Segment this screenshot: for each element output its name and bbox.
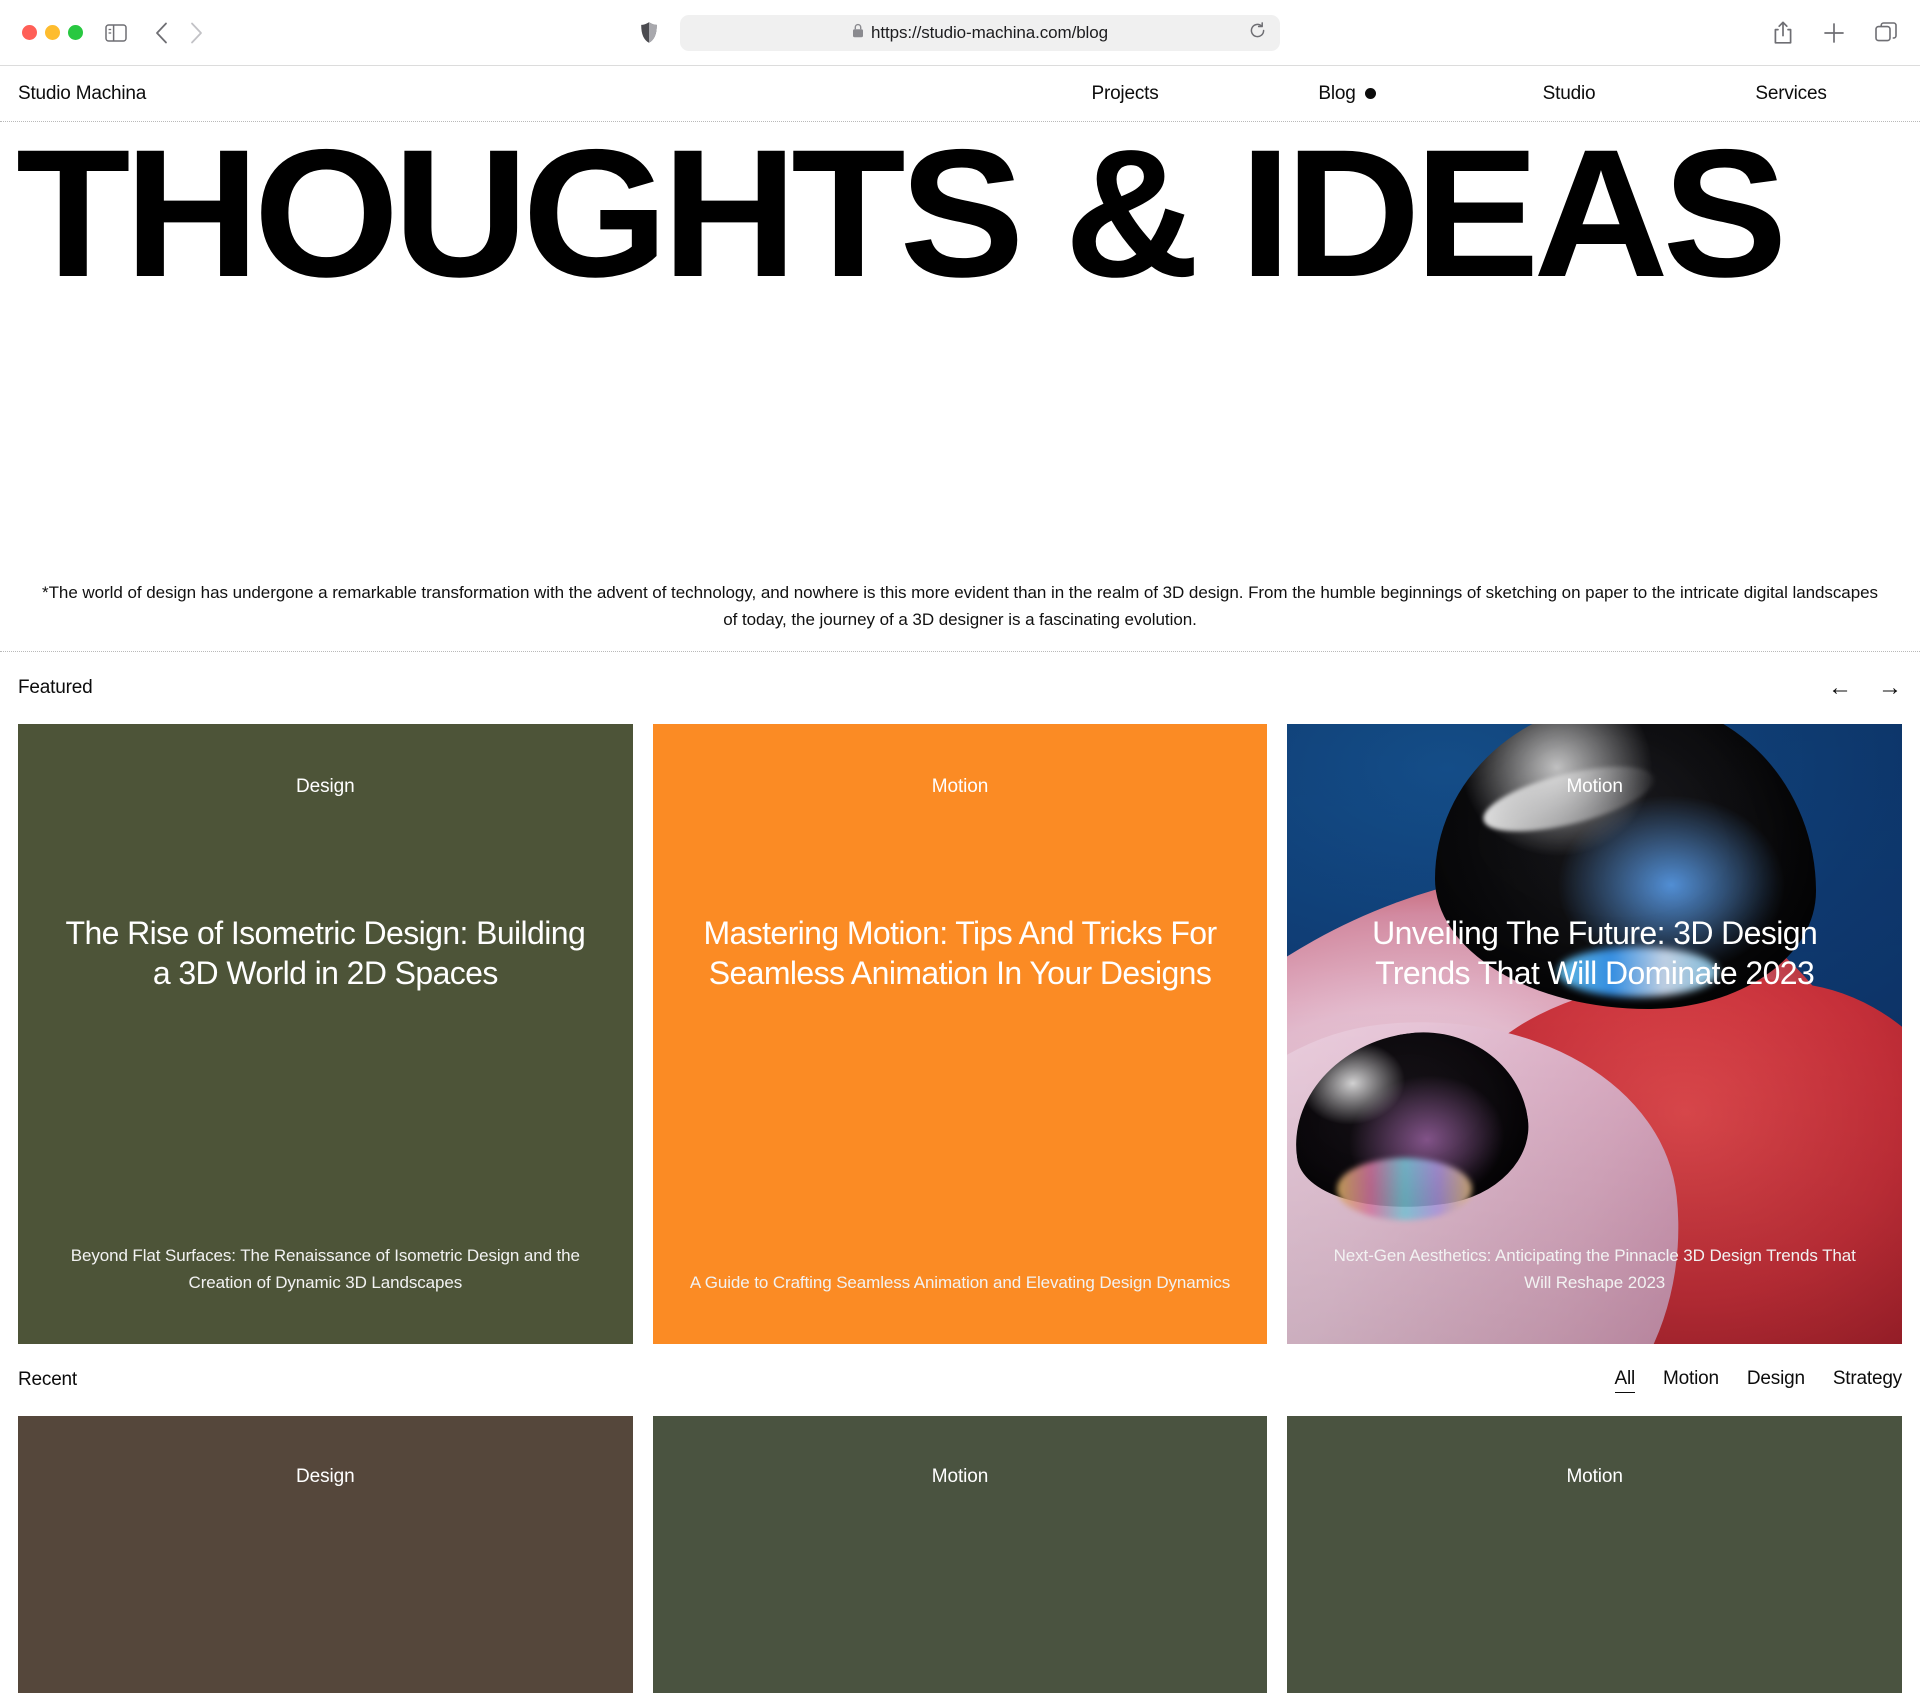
address-bar-content: https://studio-machina.com/blog	[852, 23, 1108, 43]
nav-links: Projects Blog Studio Services	[1014, 83, 1902, 105]
nav-item-services[interactable]: Services	[1680, 83, 1902, 105]
minimize-window-button[interactable]	[45, 25, 60, 40]
site-logo[interactable]: Studio Machina	[18, 83, 146, 105]
page-title: THOUGHTS & IDEAS	[16, 122, 1788, 315]
chevron-right-icon[interactable]	[190, 22, 203, 44]
nav-item-label: Projects	[1091, 82, 1159, 104]
carousel-next-arrow-icon[interactable]: →	[1878, 676, 1902, 700]
share-icon[interactable]	[1773, 21, 1793, 45]
card-description: A Guide to Crafting Seamless Animation a…	[689, 1272, 1231, 1292]
card-category: Motion	[931, 1466, 989, 1487]
filter-motion[interactable]: Motion	[1663, 1368, 1719, 1392]
card-category: Motion	[1566, 776, 1623, 797]
nav-item-label: Blog	[1318, 82, 1356, 104]
chevron-left-icon[interactable]	[155, 22, 168, 44]
category-filters: All Motion Design Strategy	[1614, 1368, 1902, 1393]
card-title: The Rise of Isometric Design: Building a…	[65, 915, 586, 991]
tab-overview-icon[interactable]	[1875, 21, 1898, 44]
nav-item-blog[interactable]: Blog	[1236, 83, 1458, 105]
card-category: Motion	[931, 776, 989, 797]
featured-card[interactable]: Motion Unveiling The Future: 3D Design T…	[1287, 724, 1902, 1344]
featured-title: Featured	[18, 677, 93, 698]
recent-card[interactable]: Motion	[652, 1416, 1268, 1693]
carousel-prev-arrow-icon[interactable]: ←	[1828, 676, 1852, 700]
lock-icon	[852, 23, 864, 43]
featured-card[interactable]: Design The Rise of Isometric Design: Bui…	[18, 724, 633, 1344]
card-title: Unveiling The Future: 3D Design Trends T…	[1372, 915, 1818, 991]
featured-card[interactable]: Motion Mastering Motion: Tips And Tricks…	[652, 724, 1268, 1344]
site-navigation: Studio Machina Projects Blog Studio Serv…	[0, 66, 1920, 122]
nav-item-projects[interactable]: Projects	[1014, 83, 1236, 105]
filter-all[interactable]: All	[1614, 1368, 1635, 1393]
window-traffic-lights	[22, 25, 83, 40]
browser-toolbar: https://studio-machina.com/blog	[0, 0, 1920, 66]
card-description: Next-Gen Aesthetics: Anticipating the Pi…	[1333, 1245, 1856, 1292]
address-bar-region: https://studio-machina.com/blog	[0, 14, 1920, 51]
recent-title: Recent	[18, 1369, 78, 1390]
recent-section: Recent All Motion Design Strategy Design…	[0, 1344, 1920, 1693]
card-title: Mastering Motion: Tips And Tricks For Se…	[703, 915, 1217, 991]
navigation-arrows	[155, 22, 203, 44]
nav-item-label: Studio	[1542, 82, 1596, 104]
filter-design[interactable]: Design	[1747, 1368, 1805, 1392]
carousel-controls: ← →	[1828, 676, 1902, 700]
url-text: https://studio-machina.com/blog	[871, 22, 1108, 42]
featured-card-grid: Design The Rise of Isometric Design: Bui…	[0, 724, 1920, 1344]
hero-section: THOUGHTS & IDEAS *The world of design ha…	[0, 122, 1920, 652]
nav-item-studio[interactable]: Studio	[1458, 83, 1680, 105]
reload-icon[interactable]	[1249, 21, 1266, 44]
recent-section-header: Recent All Motion Design Strategy	[0, 1344, 1920, 1416]
recent-card-grid: Design Motion Motion	[0, 1416, 1920, 1693]
active-dot-icon	[1364, 88, 1376, 99]
card-category: Design	[296, 776, 355, 797]
card-category: Design	[296, 1466, 355, 1487]
maximize-window-button[interactable]	[68, 25, 83, 40]
shield-icon[interactable]	[640, 21, 658, 44]
filter-strategy[interactable]: Strategy	[1833, 1368, 1902, 1392]
plus-icon[interactable]	[1823, 22, 1845, 44]
featured-section-header: Featured ← →	[0, 652, 1920, 724]
address-bar[interactable]: https://studio-machina.com/blog	[680, 14, 1280, 51]
close-window-button[interactable]	[22, 25, 37, 40]
card-description: Beyond Flat Surfaces: The Renaissance of…	[70, 1245, 580, 1292]
recent-card[interactable]: Design	[18, 1416, 633, 1693]
hero-subtitle: *The world of design has undergone a rem…	[42, 583, 1878, 629]
browser-actions	[1773, 21, 1898, 45]
sidebar-icon[interactable]	[105, 23, 127, 42]
card-category: Motion	[1566, 1466, 1623, 1487]
nav-item-label: Services	[1755, 82, 1827, 104]
recent-card[interactable]: Motion	[1287, 1416, 1902, 1693]
